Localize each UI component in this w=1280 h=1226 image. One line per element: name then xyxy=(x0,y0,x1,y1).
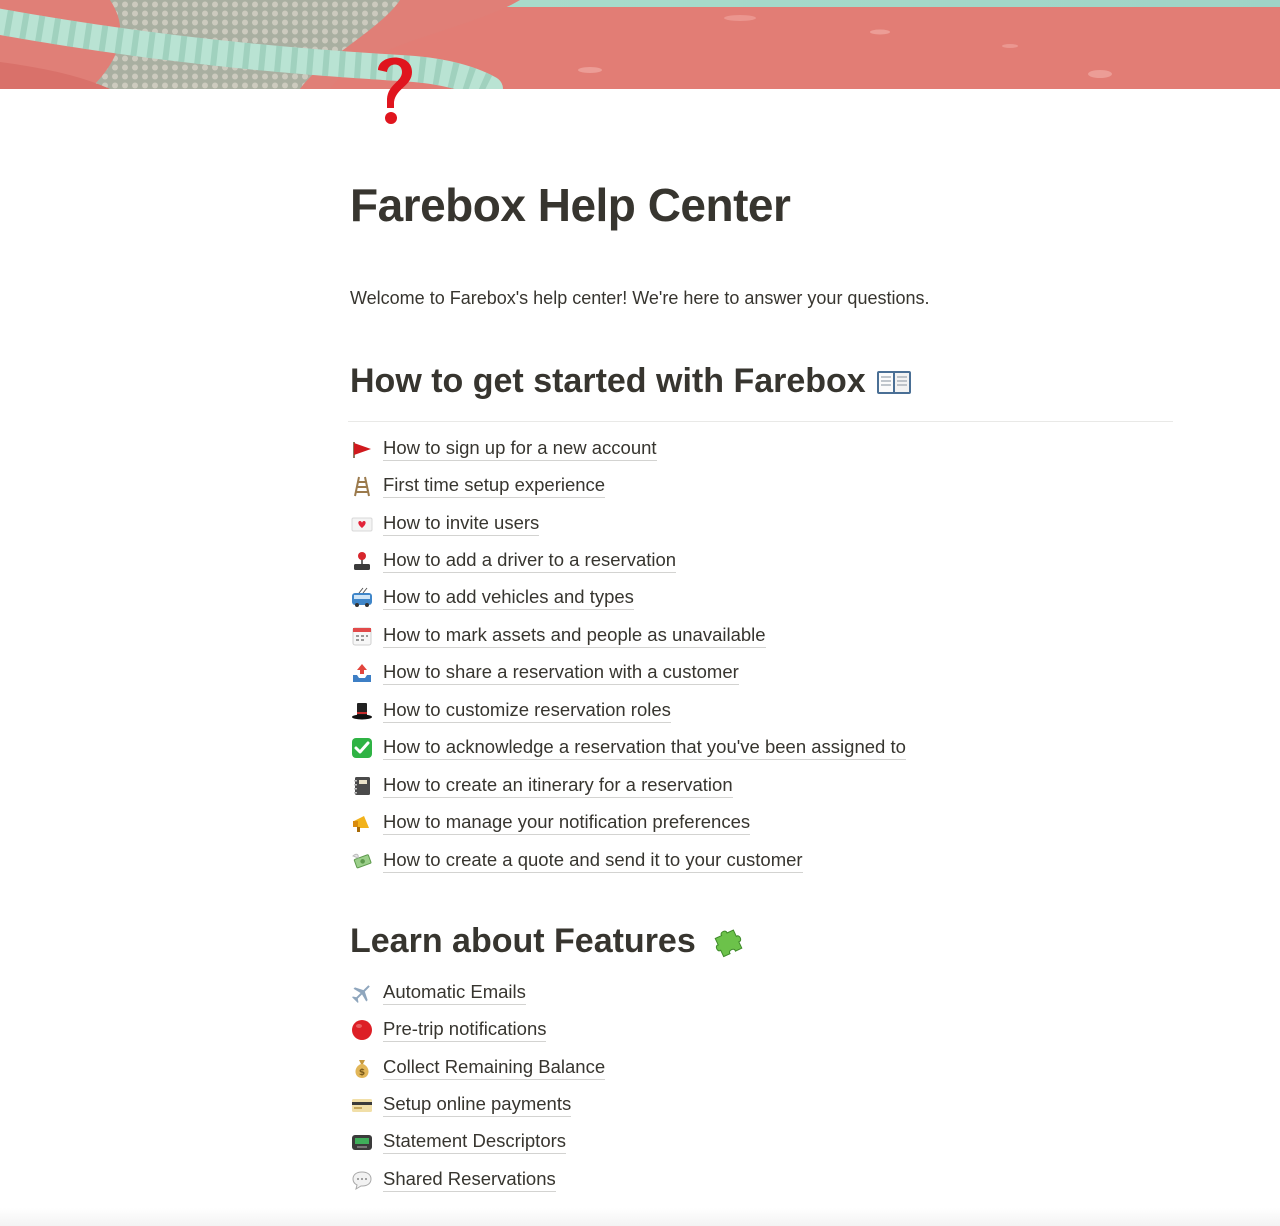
link-create-quote[interactable]: How to create a quote and send it to you… xyxy=(383,849,803,873)
top-hat-icon xyxy=(350,699,374,723)
pager-icon xyxy=(350,1130,374,1154)
trolleybus-icon xyxy=(350,586,374,610)
list-item: How to sign up for a new account xyxy=(350,430,906,467)
open-book-icon xyxy=(876,368,912,396)
intro-text: Welcome to Farebox's help center! We're … xyxy=(350,288,930,308)
list-item: How to create an itinerary for a reserva… xyxy=(350,767,906,804)
link-create-itinerary[interactable]: How to create an itinerary for a reserva… xyxy=(383,774,733,798)
list-item: Pre-trip notifications xyxy=(350,1011,605,1048)
credit-card-icon xyxy=(350,1093,374,1117)
list-item: Setup online payments xyxy=(350,1086,605,1123)
section-heading-getting-started: How to get started with Farebox xyxy=(350,362,912,401)
features-list: Automatic Emails Pre-trip notifications … xyxy=(350,974,606,1199)
question-mark-icon xyxy=(366,44,426,134)
link-automatic-emails[interactable]: Automatic Emails xyxy=(383,981,526,1005)
link-customize-roles[interactable]: How to customize reservation roles xyxy=(383,699,671,723)
red-circle-icon xyxy=(350,1018,374,1042)
page-title: Farebox Help Center xyxy=(350,179,791,231)
check-mark-icon xyxy=(350,736,374,760)
joystick-icon xyxy=(350,549,374,573)
list-item: How to manage your notification preferen… xyxy=(350,804,906,841)
list-item: How to acknowledge a reservation that yo… xyxy=(350,730,906,767)
section-heading-features: Learn about Features xyxy=(350,922,748,961)
link-mark-unavailable[interactable]: How to mark assets and people as unavail… xyxy=(383,624,766,648)
list-item: First time setup experience xyxy=(350,467,906,504)
triangular-flag-icon xyxy=(350,437,374,461)
list-item: How to mark assets and people as unavail… xyxy=(350,617,906,654)
link-add-vehicles[interactable]: How to add vehicles and types xyxy=(383,586,634,611)
list-item: How to add vehicles and types xyxy=(350,580,906,617)
list-item: How to customize reservation roles xyxy=(350,692,906,729)
speech-bubble-icon xyxy=(350,1168,374,1192)
link-statement-descriptors[interactable]: Statement Descriptors xyxy=(383,1130,567,1155)
link-invite-users[interactable]: How to invite users xyxy=(383,512,540,536)
link-sign-up[interactable]: How to sign up for a new account xyxy=(383,437,657,461)
megaphone-icon xyxy=(350,811,374,835)
link-acknowledge-reservation[interactable]: How to acknowledge a reservation that yo… xyxy=(383,736,906,761)
money-with-wings-icon xyxy=(350,849,374,873)
puzzle-piece-icon xyxy=(710,923,748,961)
list-item: Automatic Emails xyxy=(350,974,605,1011)
love-letter-icon xyxy=(350,512,374,536)
divider xyxy=(348,421,1173,422)
airplane-icon xyxy=(350,981,374,1005)
link-add-driver[interactable]: How to add a driver to a reservation xyxy=(383,549,677,574)
link-pre-trip-notifications[interactable]: Pre-trip notifications xyxy=(383,1018,547,1043)
link-first-time-setup[interactable]: First time setup experience xyxy=(383,474,606,499)
link-collect-balance[interactable]: Collect Remaining Balance xyxy=(383,1056,606,1080)
list-item: How to share a reservation with a custom… xyxy=(350,655,906,692)
notebook-icon xyxy=(350,774,374,798)
list-item: How to add a driver to a reservation xyxy=(350,542,906,579)
bottom-edge xyxy=(0,1208,1280,1226)
svg-text:$: $ xyxy=(359,1068,365,1078)
link-shared-reservations[interactable]: Shared Reservations xyxy=(383,1168,556,1192)
list-item: Shared Reservations xyxy=(350,1161,605,1198)
link-notification-preferences[interactable]: How to manage your notification preferen… xyxy=(383,811,751,836)
ladder-icon xyxy=(350,474,374,498)
list-item: $ Collect Remaining Balance xyxy=(350,1049,606,1086)
link-share-reservation[interactable]: How to share a reservation with a custom… xyxy=(383,661,739,686)
getting-started-list: How to sign up for a new account First t… xyxy=(350,430,906,879)
link-online-payments[interactable]: Setup online payments xyxy=(383,1093,572,1118)
cover-image xyxy=(0,0,1280,89)
list-item: How to create a quote and send it to you… xyxy=(350,842,906,879)
list-item: Statement Descriptors xyxy=(350,1124,605,1161)
list-item: How to invite users xyxy=(350,505,906,542)
calendar-icon xyxy=(350,624,374,648)
outbox-tray-icon xyxy=(350,661,374,685)
money-bag-icon: $ xyxy=(350,1056,374,1080)
